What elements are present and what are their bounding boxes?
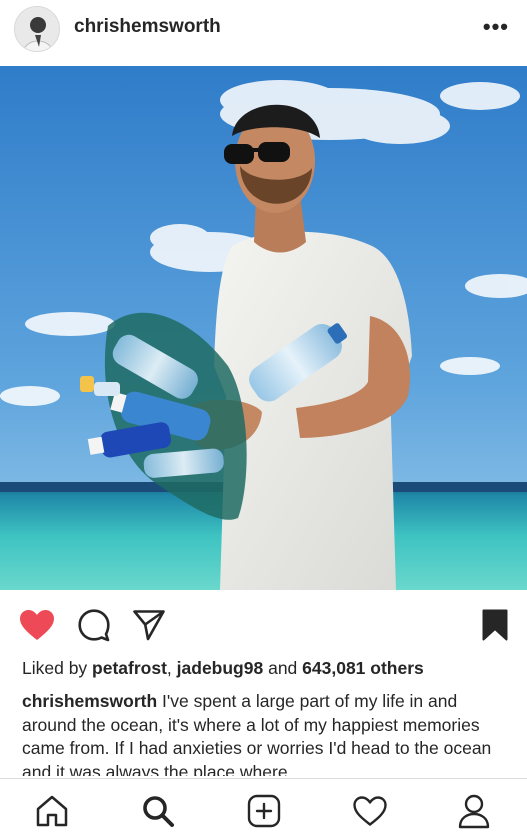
activity-heart-icon[interactable] xyxy=(350,791,390,831)
post-photo[interactable] xyxy=(0,66,527,590)
bookmark-filled-icon[interactable] xyxy=(476,606,514,644)
new-post-icon[interactable] xyxy=(244,791,284,831)
likes-prefix: Liked by xyxy=(22,658,93,678)
liker-link-jadebug98[interactable]: jadebug98 xyxy=(177,658,264,678)
profile-icon[interactable] xyxy=(454,791,494,831)
post-username[interactable]: chrishemsworth xyxy=(74,16,221,38)
home-icon[interactable] xyxy=(32,791,72,831)
likes-and: and xyxy=(263,658,303,678)
liker-link-petafrost[interactable]: petafrost xyxy=(92,658,167,678)
post-actions xyxy=(0,598,527,650)
comment-icon[interactable] xyxy=(75,606,113,644)
post-caption: chrishemsworth I've spent a large part o… xyxy=(22,690,512,776)
likes-line: Liked by petafrost, jadebug98 and 643,08… xyxy=(22,658,424,679)
likes-separator: , xyxy=(166,658,177,678)
post-header: chrishemsworth ••• xyxy=(0,0,527,62)
likes-count[interactable]: 643,081 others xyxy=(302,658,424,678)
more-horizontal-icon[interactable]: ••• xyxy=(483,14,509,40)
bottom-tab-bar xyxy=(0,778,527,839)
caption-author[interactable]: chrishemsworth xyxy=(22,691,157,711)
search-icon[interactable] xyxy=(138,791,178,831)
paper-plane-icon[interactable] xyxy=(130,606,168,644)
heart-filled-icon[interactable] xyxy=(18,606,56,644)
avatar[interactable] xyxy=(14,6,60,52)
